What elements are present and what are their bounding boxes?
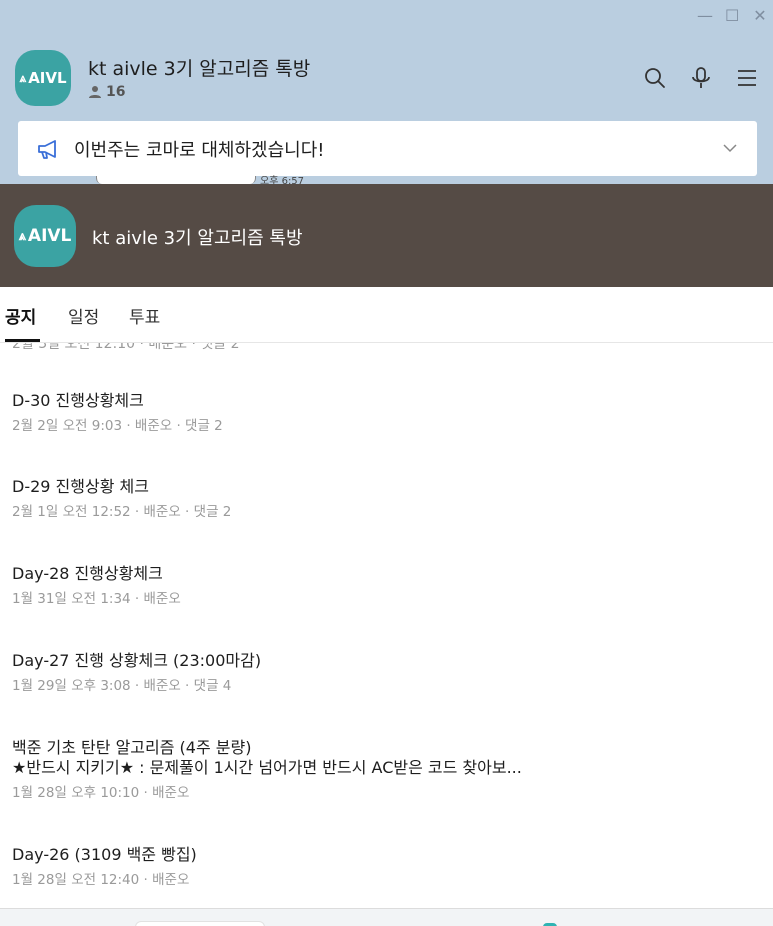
maximize-button[interactable]: ☐ <box>725 6 739 26</box>
panel-room-avatar: ⩓ AIVL <box>14 205 76 267</box>
notice-meta: 1월 29일 오후 3:08 · 배준오 · 댓글 4 <box>12 678 232 694</box>
notice-tabs: 공지 일정 투표 <box>0 287 773 343</box>
list-item[interactable]: D-30 진행상황체크 2월 2일 오전 9:03 · 배준오 · 댓글 2 <box>12 391 757 435</box>
header-actions <box>643 66 759 90</box>
close-button[interactable]: ✕ <box>753 6 767 26</box>
notice-meta: 1월 28일 오후 10:10 · 배준오 <box>12 785 190 801</box>
megaphone-icon <box>38 139 56 159</box>
tab-vote[interactable]: 투표 <box>129 303 160 328</box>
search-icon[interactable] <box>643 66 667 90</box>
minimize-button[interactable]: — <box>697 6 713 26</box>
notice-title: Day-26 (3109 백준 빵집) <box>12 845 197 864</box>
notice-subtitle: ★반드시 지키기★ : 문제풀이 1시간 넘어가면 반드시 AC받은 코드 찾아… <box>12 758 522 777</box>
list-item[interactable]: 백준 기초 탄탄 알고리즘 (4주 분량) ★반드시 지키기★ : 문제풀이 1… <box>12 738 757 802</box>
room-avatar[interactable]: ⩓ AIVL <box>15 50 71 106</box>
message-time-peek: 오후 6:57 <box>260 176 305 184</box>
list-item[interactable]: D-29 진행상황 체크 2월 1일 오전 12:52 · 배준오 · 댓글 2 <box>12 477 757 521</box>
panel-title: kt aivle 3기 알고리즘 톡방 <box>92 228 303 249</box>
notice-meta: 2월 2일 오전 9:03 · 배준오 · 댓글 2 <box>12 418 223 434</box>
notice-list[interactable]: 2월 3일 오전 12:10 · 배준오 · 댓글 2 D-30 진행상황체크 … <box>0 343 773 908</box>
pinned-notice-text: 이번주는 코마로 대체하겠습니다! <box>74 139 325 161</box>
menu-icon[interactable] <box>735 66 759 90</box>
active-tab-indicator <box>5 339 40 342</box>
notice-meta: 2월 1일 오전 12:52 · 배준오 · 댓글 2 <box>12 504 232 520</box>
tab-schedule[interactable]: 일정 <box>68 303 99 328</box>
list-item-meta-cutoff: 2월 3일 오전 12:10 · 배준오 · 댓글 2 <box>12 343 240 352</box>
avatar-text: AIVL <box>27 226 72 246</box>
notice-title: D-29 진행상황 체크 <box>12 477 149 496</box>
bottom-pill <box>135 921 265 926</box>
notice-title: Day-28 진행상황체크 <box>12 564 163 583</box>
pinned-notice-bar[interactable]: 이번주는 코마로 대체하겠습니다! <box>18 121 757 176</box>
window-controls: — ☐ ✕ <box>697 6 767 26</box>
notice-meta: 1월 28일 오전 12:40 · 배준오 <box>12 872 190 888</box>
member-count-value: 16 <box>106 84 126 100</box>
notice-title: Day-27 진행 상황체크 (23:00마감) <box>12 651 262 670</box>
member-count[interactable]: 16 <box>88 84 125 100</box>
notice-title: 백준 기초 탄탄 알고리즘 (4주 분량) <box>12 738 252 757</box>
chevron-down-icon[interactable] <box>721 139 739 157</box>
chat-header: — ☐ ✕ ⩓ AIVL kt aivle 3기 알고리즘 톡방 16 이번주는… <box>0 0 773 184</box>
list-item[interactable]: Day-26 (3109 백준 빵집) 1월 28일 오전 12:40 · 배준… <box>12 845 757 889</box>
room-title: kt aivle 3기 알고리즘 톡방 <box>88 58 311 80</box>
tab-notice[interactable]: 공지 <box>5 303 36 328</box>
list-item[interactable]: Day-27 진행 상황체크 (23:00마감) 1월 29일 오후 3:08 … <box>12 651 757 695</box>
message-bubble-peek <box>96 176 256 184</box>
person-icon <box>89 86 101 98</box>
list-item[interactable]: Day-28 진행상황체크 1월 31일 오전 1:34 · 배준오 <box>12 564 757 608</box>
notice-panel-header: ⩓ AIVL kt aivle 3기 알고리즘 톡방 <box>0 184 773 287</box>
microphone-icon[interactable] <box>689 66 713 90</box>
avatar-text: AIVL <box>28 69 67 87</box>
aivl-logo-icon: ⩓ <box>19 70 27 85</box>
notice-title: D-30 진행상황체크 <box>12 391 144 410</box>
notice-meta: 1월 31일 오전 1:34 · 배준오 <box>12 591 181 607</box>
aivl-logo-icon: ⩓ <box>18 228 26 244</box>
bottom-bar <box>0 908 773 926</box>
